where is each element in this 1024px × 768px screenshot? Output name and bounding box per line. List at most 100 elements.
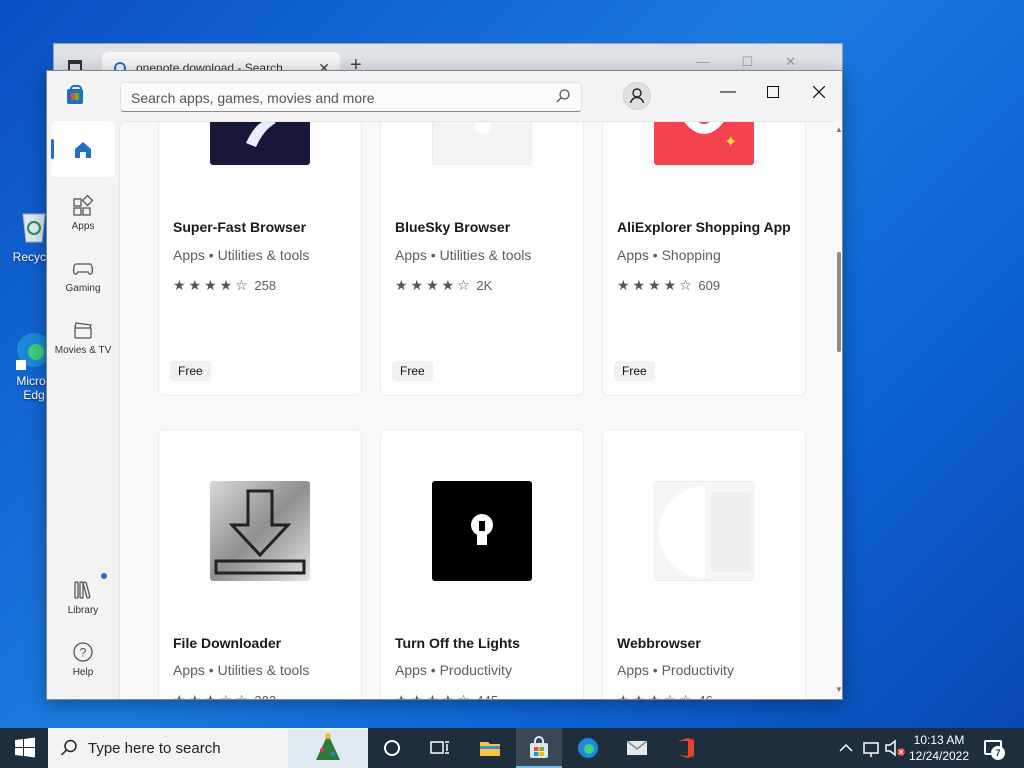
vertical-scrollbar[interactable]: ▲ ▼ [833,121,842,699]
rating-count: 258 [254,278,277,293]
turn-off-the-lights-logo [432,481,532,581]
clock-date: 12/24/2022 [908,749,970,763]
nav-label: Movies & TV [54,345,112,356]
taskbar-search-input[interactable]: Type here to search [48,728,368,768]
app-title: Turn Off the Lights [395,635,520,651]
nav-home[interactable] [51,121,115,177]
app-card[interactable]: ✦ AliExplorer Shopping App Apps • Shoppi… [602,122,806,396]
nav-gaming[interactable]: Gaming [51,257,115,294]
close-button[interactable] [799,76,839,108]
windows-start-icon[interactable] [13,736,37,760]
help-icon: ? [73,642,93,662]
star-rating-icon: ★★★☆☆ [617,692,695,700]
apps-icon [73,195,94,216]
app-title: Webbrowser [617,635,701,651]
price-badge: Free [392,361,433,381]
search-input[interactable]: Search apps, games, movies and more [120,82,582,112]
app-title: AliExplorer Shopping App [617,219,791,235]
rating-count: 382 [254,693,276,699]
star-rating-icon: ★★★★☆ [395,692,473,700]
network-icon[interactable] [862,736,882,760]
star-rating-icon: ★★★★☆ [395,277,473,293]
microsoft-store-icon[interactable] [527,736,551,760]
show-hidden-icons-chevron-icon[interactable] [838,736,854,760]
cortana-icon[interactable] [380,736,404,760]
app-category: Apps • Utilities & tools [173,247,310,263]
app-rating: ★★★★☆ 445 [395,692,498,700]
edge-icon[interactable] [576,736,600,760]
person-icon [629,88,645,104]
app-card[interactable]: File Downloader Apps • Utilities & tools… [158,429,362,700]
notification-count-badge: 7 [991,746,1005,760]
sidebar: Apps Gaming Movies & TV Library ? Help [47,121,119,699]
app-card[interactable]: Turn Off the Lights Apps • Productivity … [380,429,584,700]
app-card[interactable]: BlueSky Browser Apps • Utilities & tools… [380,122,584,396]
scroll-thumb[interactable] [837,252,841,352]
scroll-up-icon[interactable]: ▲ [835,125,842,134]
nav-label: Apps [71,221,95,232]
search-icon[interactable] [556,89,570,103]
account-avatar[interactable] [623,82,651,110]
bluesky-browser-logo [432,122,532,165]
home-icon [75,142,91,158]
svg-text:?: ? [80,646,87,660]
app-rating: ★★★★☆ 609 [617,277,720,294]
file-downloader-logo [210,481,310,581]
close-icon [812,85,826,99]
nav-library[interactable]: Library [51,573,115,616]
app-rating: ★★★★☆ 258 [173,277,276,294]
clapperboard-icon [74,322,92,339]
title-bar: Search apps, games, movies and more — [47,71,842,121]
store-logo-icon [67,85,83,104]
app-category: Apps • Shopping [617,247,721,263]
library-icon [74,581,91,599]
app-rating: ★★★☆☆ 46 [617,692,713,700]
scroll-down-icon[interactable]: ▼ [835,685,842,694]
search-icon [60,739,77,756]
rating-count: 445 [476,693,498,699]
taskbar-search-placeholder: Type here to search [88,740,221,757]
app-card[interactable]: Super-Fast Browser Apps • Utilities & to… [158,122,362,396]
rating-count: 46 [698,693,712,699]
browser-window-controls: —☐✕ [696,54,828,69]
app-category: Apps • Productivity [395,662,512,678]
maximize-icon [767,86,779,98]
app-category: Apps • Utilities & tools [173,662,310,678]
svg-text:✦: ✦ [724,132,737,151]
nav-movies-tv[interactable]: Movies & TV [51,319,115,356]
nav-apps[interactable]: Apps [51,195,115,232]
task-view-icon[interactable] [428,736,452,760]
price-badge: Free [614,361,655,381]
office-icon[interactable] [674,736,698,760]
webbrowser-logo [654,481,754,581]
controller-icon [72,263,94,275]
super-fast-browser-logo [210,122,310,165]
nav-label: Library [67,605,99,616]
app-category: Apps • Productivity [617,662,734,678]
star-rating-icon: ★★★☆☆ [173,692,251,700]
update-dot [101,573,107,579]
system-clock[interactable]: 10:13 AM 12/24/2022 [906,732,972,764]
app-title: BlueSky Browser [395,219,511,235]
app-card[interactable]: Webbrowser Apps • Productivity ★★★☆☆ 46 [602,429,806,700]
nav-label: Gaming [65,283,101,294]
volume-muted-icon[interactable] [884,736,906,760]
active-indicator [51,139,54,159]
maximize-button[interactable] [753,76,793,108]
star-rating-icon: ★★★★☆ [617,277,695,293]
nav-label: Help [72,667,94,678]
search-placeholder: Search apps, games, movies and more [131,90,375,106]
mail-icon[interactable] [625,736,649,760]
store-window: Search apps, games, movies and more — Ap… [46,70,843,700]
minimize-button[interactable]: — [708,76,748,108]
price-badge: Free [170,361,211,381]
nav-help[interactable]: ? Help [51,641,115,678]
app-category: Apps • Utilities & tools [395,247,532,263]
app-list: Super-Fast Browser Apps • Utilities & to… [119,121,833,700]
app-rating: ★★★☆☆ 382 [173,692,276,700]
app-title: Super-Fast Browser [173,219,307,235]
app-title: File Downloader [173,635,282,651]
search-highlight-icon [288,730,368,768]
star-rating-icon: ★★★★☆ [173,277,251,293]
file-explorer-icon[interactable] [478,736,502,760]
